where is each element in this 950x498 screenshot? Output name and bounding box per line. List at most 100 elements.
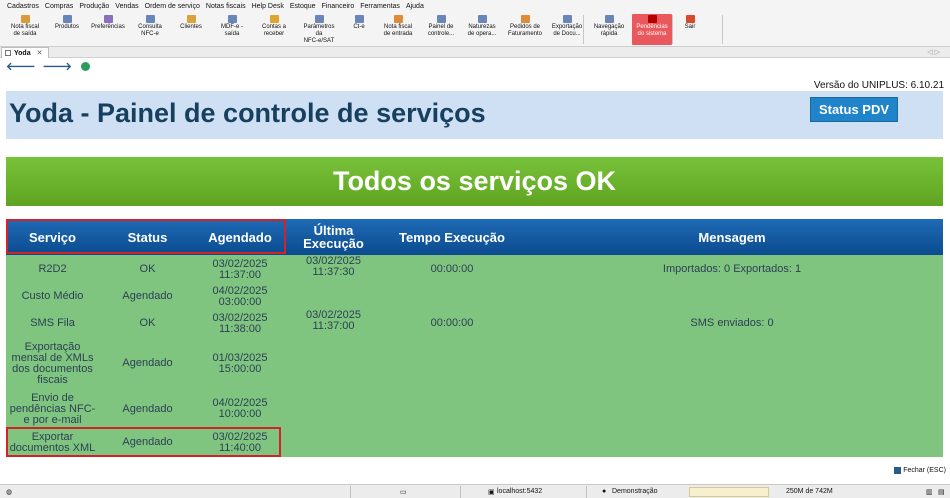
page-title: Yoda - Painel de controle de serviços: [9, 98, 486, 128]
preferencias-button[interactable]: Preferências: [88, 14, 128, 45]
cell-status: Agendado: [122, 402, 173, 415]
cell-ultima-execucao: [284, 337, 383, 390]
cell-mensagem: [521, 337, 943, 390]
exportacao-documentos-button[interactable]: Exportação de Docu...: [549, 14, 585, 45]
pedidos-faturamento-label: Pedidos de Faturamento: [507, 24, 543, 37]
navegacao-rapida-button[interactable]: Navegação rápida: [591, 14, 627, 45]
cell-ultima-execucao: 03/02/2025 11:37:30: [305, 255, 362, 278]
keyboard-icon: ▭: [400, 489, 407, 496]
back-arrow-icon[interactable]: 🡐: [6, 59, 36, 73]
cell-mensagem: [521, 390, 943, 428]
painel-controle-button[interactable]: Painel de controle...: [424, 14, 458, 45]
status-bar: ◍ ▭ ▣ localhost:5432 ● Demonstração 250M…: [0, 484, 950, 498]
pendencias-sistema-button[interactable]: Pendências do sistema: [632, 14, 672, 45]
export-icon: [562, 15, 572, 23]
cell-agendado: 03/02/2025 11:38:00: [212, 311, 268, 335]
close-icon[interactable]: ✕: [37, 49, 43, 57]
menu-ajuda[interactable]: Ajuda: [406, 3, 424, 10]
navigation-icon: [604, 15, 614, 23]
cell-mensagem: [521, 428, 943, 457]
contas-receber-label: Contas a receber: [261, 24, 286, 37]
menu-cadastros[interactable]: Cadastros: [7, 3, 39, 10]
menu-ferramentas[interactable]: Ferramentas: [360, 3, 400, 10]
produtos-button[interactable]: Produtos: [50, 14, 84, 45]
menu-help-desk[interactable]: Help Desk: [252, 3, 284, 10]
document-icon: [227, 15, 237, 23]
parametros-nfce-label: Parâmetros da NFC-e/SAT: [303, 24, 335, 44]
tab-scroll-arrows[interactable]: ◁ ▷: [927, 48, 940, 56]
cell-tempo-execucao: [383, 337, 521, 390]
toolbar-separator: [722, 15, 723, 44]
cte-label: Ct-e: [353, 24, 365, 30]
preferencias-label: Preferências: [91, 24, 125, 30]
column-header-mensagem[interactable]: Mensagem: [521, 219, 943, 255]
clientes-label: Clientes: [180, 24, 202, 30]
server-label: localhost:5432: [497, 488, 543, 495]
cell-status: Agendado: [122, 357, 173, 369]
consulta-nfce-button[interactable]: Consulta NFC-e: [133, 14, 167, 45]
nota-fiscal-saida-button[interactable]: Nota fiscal de saída: [10, 14, 40, 45]
memory-bar: [689, 487, 769, 497]
parametros-nfce-button[interactable]: Parâmetros da NFC-e/SAT: [299, 14, 339, 45]
column-header-tempo-execucao[interactable]: Tempo Execução: [383, 219, 521, 255]
status-pdv-button[interactable]: Status PDV: [810, 97, 898, 122]
refresh-icon[interactable]: [81, 61, 90, 71]
naturezas-operacao-button[interactable]: Naturezas de opera...: [465, 14, 499, 45]
clientes-button[interactable]: Clientes: [176, 14, 206, 45]
toolbar: Nota fiscal de saída Produtos Preferências…: [0, 13, 950, 47]
naturezas-operacao-label: Naturezas de opera...: [467, 24, 497, 37]
document-search-icon: [145, 15, 155, 23]
table-row[interactable]: Envio de pendências NFC- e por e-mail Age…: [6, 390, 943, 428]
trash-icon[interactable]: ▥: [926, 488, 933, 496]
pedidos-faturamento-button[interactable]: Pedidos de Faturamento: [504, 14, 546, 45]
menu-notas-fiscais[interactable]: Notas fiscais: [206, 3, 246, 10]
cte-button[interactable]: Ct-e: [349, 14, 369, 45]
cell-status: Agendado: [122, 290, 173, 302]
document-icon: [354, 15, 364, 23]
toolbar-separator: [583, 15, 584, 44]
menu-financeiro[interactable]: Financeiro: [322, 3, 355, 10]
pendencias-sistema-label: Pendências do sistema: [636, 24, 668, 37]
sair-label: Sair: [684, 24, 696, 30]
nota-fiscal-entrada-button[interactable]: Nota fiscal de entrada: [380, 14, 416, 45]
menu-estoque[interactable]: Estoque: [290, 3, 316, 10]
exit-icon: [894, 467, 902, 474]
menu-compras[interactable]: Compras: [45, 3, 73, 10]
user-label: Demonstração: [612, 488, 658, 495]
highlight-row-box: [6, 427, 281, 457]
cell-mensagem: [521, 283, 943, 310]
header-panel: Yoda - Painel de controle de serviços St…: [6, 91, 943, 139]
menu-vendas[interactable]: Vendas: [115, 3, 138, 10]
forward-arrow-icon[interactable]: 🡒: [43, 59, 73, 73]
column-header-ultima-execucao[interactable]: Última Execução: [284, 219, 383, 255]
cell-tempo-execucao: [383, 283, 521, 310]
close-button[interactable]: Fechar (ESC): [894, 467, 946, 474]
menu-bar: Cadastros Compras Produção Vendas Ordem …: [0, 0, 950, 13]
painel-controle-label: Painel de controle...: [427, 24, 455, 37]
navegacao-rapida-label: Navegação rápida: [593, 24, 625, 37]
invoice-in-icon: [393, 15, 403, 23]
cell-tempo-execucao: 00:00:00: [430, 317, 474, 329]
table-row[interactable]: R2D2 OK 03/02/2025 11:37:00 03/02/2025 11:3…: [6, 256, 943, 283]
menu-ordem-servico[interactable]: Ordem de serviço: [145, 3, 200, 10]
settings-doc-icon: [314, 15, 324, 23]
table-row[interactable]: Exportação mensal de XMLs dos documentos…: [6, 337, 943, 390]
menu-producao[interactable]: Produção: [79, 3, 109, 10]
nota-fiscal-saida-label: Nota fiscal de saída: [10, 24, 39, 37]
tab-yoda[interactable]: Yoda ✕: [1, 47, 49, 58]
sair-button[interactable]: Sair: [678, 14, 702, 45]
highlight-header-box: [6, 219, 286, 254]
version-label: Versão do UNIPLUS: 6.10.21: [813, 80, 944, 91]
table-row[interactable]: Custo Médio Agendado 04/02/2025 03:00:00: [6, 283, 943, 310]
contas-receber-button[interactable]: Contas a receber: [258, 14, 290, 45]
cell-servico: Exportação mensal de XMLs dos documentos…: [11, 340, 94, 386]
mdfe-saida-button[interactable]: MDF-e - saída: [216, 14, 248, 45]
cell-tempo-execucao: 00:00:00: [430, 263, 474, 275]
services-table: Serviço Status Agendado Última Execução Temp…: [6, 219, 943, 457]
navigation-row: 🡐 🡒: [0, 58, 950, 74]
app-window: Cadastros Compras Produção Vendas Ordem …: [0, 0, 950, 498]
panel-icon[interactable]: ▤: [938, 488, 945, 496]
cell-servico: SMS Fila: [30, 317, 75, 329]
table-row[interactable]: SMS Fila OK 03/02/2025 11:38:00 03/02/2025 …: [6, 310, 943, 337]
cell-mensagem: SMS enviados: 0: [690, 317, 774, 329]
